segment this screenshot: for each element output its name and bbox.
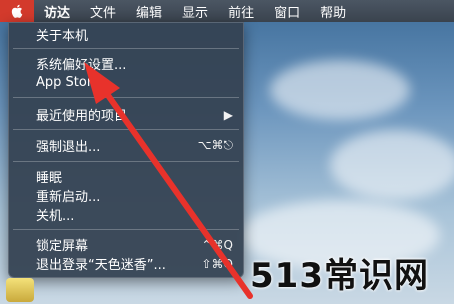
watermark-text: 513常识网 (250, 256, 429, 296)
